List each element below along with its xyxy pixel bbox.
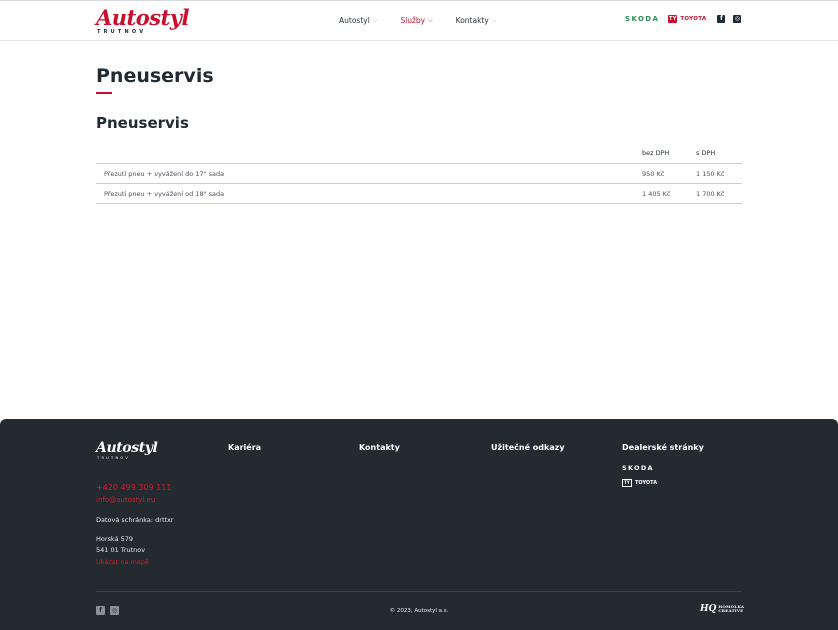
column-header-without-vat: bez DPH (642, 149, 670, 157)
footer-phone-link[interactable]: +420 499 309 111 (96, 483, 171, 492)
service-name: Přezutí pneu + vyvážení od 18" sada (104, 190, 225, 198)
facebook-icon[interactable]: f (717, 15, 726, 23)
price-with-vat: 1 700 Kč (696, 190, 725, 198)
footer-skoda-link[interactable]: SKODA (622, 464, 654, 472)
logo-wordmark: Autostyl (96, 5, 189, 30)
nav-item-label: Kontakty (455, 16, 489, 25)
price-table: bez DPH s DPH Přezutí pneu + vyvážení do… (96, 144, 742, 204)
table-header: bez DPH s DPH (96, 144, 742, 164)
site-header: Autostyl TRUTNOV Autostyl ⌵ Služby ⌵ Kon… (0, 0, 838, 41)
footer-map-link[interactable]: Ukázat na mapě (96, 558, 149, 566)
service-name: Přezutí pneu + vyvážení do 17" sada (104, 170, 225, 178)
footer-divider (96, 591, 742, 592)
price-with-vat: 1 150 Kč (696, 170, 725, 178)
footer-address-city: 541 01 Trutnov (96, 546, 146, 554)
site-footer: Autostyl TRUTNOV Kariéra Kontakty Užiteč… (0, 419, 838, 630)
chevron-down-icon: ⌵ (372, 16, 378, 24)
footer-logo-subtitle: TRUTNOV (97, 456, 131, 460)
creator-logo[interactable]: HQ HOMOLKA CREATIVE (700, 604, 744, 614)
table-row: Přezutí pneu + vyvážení do 17" sada 950 … (96, 164, 742, 184)
section-title: Pneuservis (96, 114, 189, 132)
column-header-with-vat: s DPH (696, 149, 716, 157)
toyota-logo-icon: TY (622, 479, 632, 487)
brand-links: SKODA TY TOYOTA f ◎ (625, 15, 742, 23)
table-row: Přezutí pneu + vyvážení od 18" sada 1 40… (96, 184, 742, 204)
nav-item-label: Služby (400, 16, 426, 25)
footer-email-link[interactable]: info@autostyl.eu (96, 496, 155, 504)
footer-databox: Datová schránka: drttxr (96, 516, 174, 524)
creator-name-line2: CREATIVE (718, 608, 744, 613)
nav-item-label: Autostyl (339, 16, 370, 25)
footer-logo-wordmark: Autostyl (96, 440, 158, 456)
footer-column-useful-links[interactable]: Užitečné odkazy (491, 443, 565, 452)
footer-column-kariera[interactable]: Kariéra (228, 443, 261, 452)
nav-item-kontakty[interactable]: Kontakty ⌵ (456, 16, 497, 25)
autostyl-logo[interactable]: Autostyl TRUTNOV (96, 5, 189, 36)
chevron-down-icon: ⌵ (428, 16, 433, 24)
footer-column-kontakty[interactable]: Kontakty (359, 443, 400, 452)
main-nav: Autostyl ⌵ Služby ⌵ Kontakty ⌵ (339, 16, 496, 25)
toyota-label: TOYOTA (680, 16, 707, 22)
title-underline (96, 92, 112, 94)
footer-toyota-link[interactable]: TY TOYOTA (622, 479, 657, 487)
chevron-down-icon: ⌵ (491, 16, 497, 24)
footer-logo[interactable]: Autostyl TRUTNOV (96, 440, 158, 461)
instagram-icon[interactable]: ◎ (733, 15, 742, 23)
footer-column-dealer-pages: Dealerské stránky (622, 443, 704, 452)
toyota-logo-icon: TY (668, 15, 678, 23)
skoda-link[interactable]: SKODA (625, 15, 659, 23)
price-without-vat: 950 Kč (642, 170, 665, 178)
footer-address-street: Horská 579 (96, 535, 134, 543)
nav-item-sluzby[interactable]: Služby ⌵ (400, 16, 432, 25)
price-without-vat: 1 405 Kč (642, 190, 671, 198)
page-title: Pneuservis (96, 65, 214, 87)
creator-mark: HQ (700, 604, 717, 614)
footer-toyota-label: TOYOTA (635, 480, 658, 486)
creator-name: HOMOLKA CREATIVE (718, 605, 744, 613)
toyota-link[interactable]: TY TOYOTA (668, 15, 706, 23)
nav-item-autostyl[interactable]: Autostyl ⌵ (339, 16, 377, 25)
